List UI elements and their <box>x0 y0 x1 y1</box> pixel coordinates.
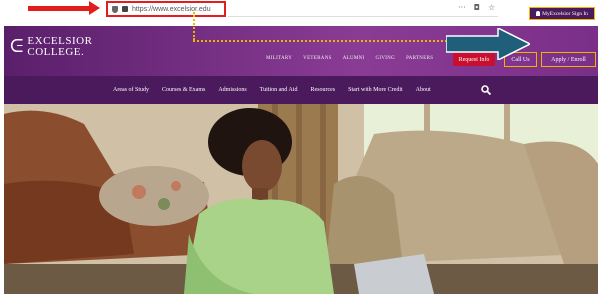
shield-icon[interactable] <box>112 5 118 13</box>
nav-courses-exams[interactable]: Courses & Exams <box>162 87 205 93</box>
browser-actions: ··· ◘ ☆ <box>458 3 495 12</box>
link-veterans[interactable]: VETERANS <box>303 56 332 61</box>
pocket-icon[interactable]: ◘ <box>474 3 480 12</box>
hero-photo-student-on-couch <box>4 104 598 294</box>
excelsior-logo[interactable]: ᕮ EXCELSIOR COLLEGE. <box>10 36 92 58</box>
hero-image <box>4 104 598 294</box>
logo-line2: COLLEGE. <box>27 46 85 58</box>
link-partners[interactable]: PARTNERS <box>406 56 433 61</box>
address-bar[interactable]: https://www.excelsior.edu <box>106 1 226 17</box>
main-navigation: Areas of Study Courses & Exams Admission… <box>4 76 598 104</box>
nav-tuition-aid[interactable]: Tuition and Aid <box>260 87 298 93</box>
lock-icon[interactable] <box>122 6 128 12</box>
link-giving[interactable]: GIVING <box>376 56 396 61</box>
utility-links: MILITARY VETERANS ALUMNI GIVING PARTNERS <box>266 56 433 61</box>
person-icon <box>536 11 541 16</box>
address-bar-border <box>228 16 498 17</box>
more-icon[interactable]: ··· <box>458 3 466 12</box>
nav-start-more-credit[interactable]: Start with More Credit <box>348 87 403 93</box>
nav-resources[interactable]: Resources <box>310 87 335 93</box>
link-alumni[interactable]: ALUMNI <box>343 56 365 61</box>
dotted-annotation-vertical <box>193 12 195 40</box>
browser-toolbar: https://www.excelsior.edu ··· ◘ ☆ <box>0 0 598 28</box>
sign-in-label: MyExcelsior Sign In <box>542 10 588 17</box>
myexcelsior-sign-in-button[interactable]: MyExcelsior Sign In <box>529 7 595 20</box>
red-annotation-arrow <box>28 1 100 15</box>
link-military[interactable]: MILITARY <box>266 56 292 61</box>
star-icon[interactable]: ☆ <box>488 3 495 12</box>
nav-areas-of-study[interactable]: Areas of Study <box>113 87 149 93</box>
teal-annotation-arrow <box>446 28 530 60</box>
lamp-logo-icon: ᕮ <box>10 36 24 57</box>
url-text[interactable]: https://www.excelsior.edu <box>132 6 211 13</box>
apply-enroll-button[interactable]: Apply / Enroll <box>541 52 596 67</box>
nav-admissions[interactable]: Admissions <box>218 87 246 93</box>
nav-about[interactable]: About <box>416 87 431 93</box>
search-icon[interactable] <box>481 85 491 95</box>
